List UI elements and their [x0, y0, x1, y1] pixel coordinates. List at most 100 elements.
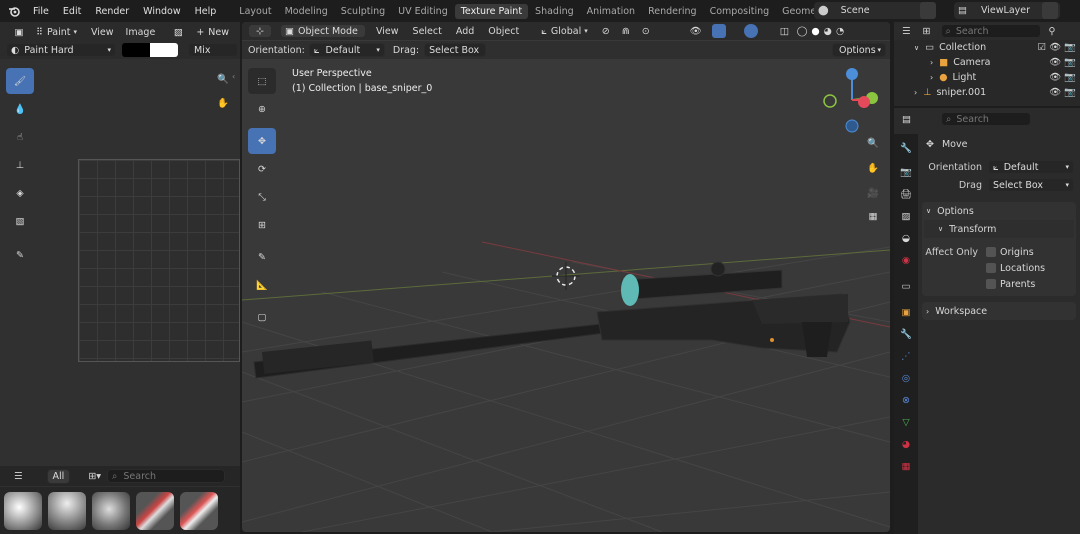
zoom-icon[interactable]: 🔍 [212, 68, 234, 90]
display-mode-icon[interactable]: ⊞ [923, 26, 931, 37]
menu-file[interactable]: File [26, 6, 56, 17]
blender-logo-icon[interactable] [0, 5, 22, 17]
tab-object[interactable]: ▣ [896, 302, 916, 322]
editor-type-icon[interactable]: ☰ [902, 26, 911, 37]
hamburger-icon[interactable]: ☰ [14, 471, 23, 482]
filter-all-button[interactable]: All [46, 468, 71, 484]
brush-thumb-4[interactable] [136, 491, 174, 530]
locations-checkbox[interactable] [986, 263, 996, 273]
camera-view-icon[interactable]: 🎥 [862, 182, 884, 204]
image-browse-icon[interactable]: ▨ [167, 24, 190, 40]
scene-browse-icon[interactable] [920, 2, 936, 19]
grid-view-icon[interactable]: ⊞▾ [88, 471, 101, 482]
brush-thumb-1[interactable] [4, 491, 42, 530]
mask-tool[interactable]: ▧ [6, 208, 34, 234]
outliner-row-collection[interactable]: ∨ ▭ Collection ☑ 👁 📷 [894, 40, 1080, 55]
workspace-section-header[interactable]: › Workspace [922, 302, 1076, 320]
scene-selector[interactable]: ⬤ Scene [814, 2, 934, 19]
tab-output[interactable]: 🖨 [896, 184, 916, 204]
origins-checkbox[interactable] [986, 247, 996, 257]
tab-modifiers[interactable]: 🔧 [896, 324, 916, 344]
tab-render[interactable]: 📷 [896, 162, 916, 182]
annotate-tool[interactable]: ✎ [248, 244, 276, 270]
brush-thumb-3[interactable] [92, 491, 130, 530]
transform-section-header[interactable]: ∨ Transform [924, 220, 1074, 238]
filter-icon[interactable]: ⚲ [1049, 26, 1056, 37]
draw-tool[interactable]: 🖌 [6, 68, 34, 94]
fill-tool[interactable]: ◈ [6, 180, 34, 206]
navigation-gizmo[interactable] [823, 68, 878, 133]
tab-collection[interactable]: ▭ [896, 276, 916, 296]
tab-rendering[interactable]: Rendering [642, 4, 703, 19]
outliner-row-camera[interactable]: › ■ Camera 👁 📷 [894, 55, 1080, 70]
select-box-tool[interactable]: ⬚ [248, 68, 276, 94]
orientation-selector[interactable]: ⟀ Default ▾ [988, 160, 1074, 174]
tab-world[interactable]: ◉ [896, 250, 916, 270]
perspective-toggle-icon[interactable]: ▦ [862, 205, 884, 227]
view-layer-browse-icon[interactable] [1042, 2, 1058, 19]
menu-render[interactable]: Render [88, 6, 136, 17]
smear-tool[interactable]: ☝ [6, 124, 34, 150]
cursor-tool[interactable]: ⊕ [248, 96, 276, 122]
outliner-row-light[interactable]: › ● Light 👁 📷 [894, 70, 1080, 85]
move-tool[interactable]: ✥ [248, 128, 276, 154]
add-cube-tool[interactable]: ▢ [248, 304, 276, 330]
3d-cursor[interactable] [552, 262, 580, 290]
tab-tool[interactable]: 🔧 [896, 138, 916, 158]
menu-help[interactable]: Help [188, 6, 224, 17]
tab-data[interactable]: ▽ [896, 412, 916, 432]
menu-view[interactable]: View [91, 27, 114, 38]
tab-uv-editing[interactable]: UV Editing [392, 4, 454, 19]
brush-thumb-5[interactable] [180, 491, 218, 530]
tab-scene[interactable]: ◒ [896, 228, 916, 248]
measure-tool[interactable]: 📐 [248, 272, 276, 298]
tab-physics[interactable]: ◎ [896, 368, 916, 388]
blend-mode-selector[interactable]: Mix [188, 43, 238, 57]
parents-checkbox[interactable] [986, 279, 996, 289]
scale-tool[interactable]: ⤡ [248, 184, 276, 210]
tab-compositing[interactable]: Compositing [704, 4, 776, 19]
asset-search-input[interactable]: ⌕ Search [107, 469, 226, 483]
transform-tool[interactable]: ⊞ [248, 212, 276, 238]
drag-selector[interactable]: Select Box ▾ [988, 178, 1074, 192]
tab-constraints[interactable]: ⊗ [896, 390, 916, 410]
hand-icon[interactable]: ✋ [862, 157, 884, 179]
rotate-tool[interactable]: ⟳ [248, 156, 276, 182]
hand-icon[interactable]: ✋ [212, 92, 234, 114]
brush-selector[interactable]: ◐ Paint Hard ▾ [6, 43, 116, 57]
tab-texture-paint[interactable]: Texture Paint [454, 3, 529, 19]
brush-thumb-2[interactable] [48, 491, 86, 530]
outliner-row-sniper[interactable]: › ⊥ sniper.001 👁 📷 [894, 85, 1080, 100]
tab-sculpting[interactable]: Sculpting [335, 4, 391, 19]
annotate-tool[interactable]: ✎ [6, 242, 34, 268]
tab-material[interactable]: ◕ [896, 434, 916, 454]
editor-type-icon[interactable]: ▤ [902, 114, 911, 125]
clone-tool[interactable]: ⊥ [6, 152, 34, 178]
menu-image[interactable]: Image [126, 27, 156, 38]
new-image-button[interactable]: + New [191, 24, 235, 40]
primary-color-swatch[interactable] [122, 43, 150, 57]
chevron-down-icon: ∨ [914, 43, 920, 52]
cursor-icon: ⊕ [258, 103, 266, 115]
soften-tool[interactable]: 💧 [6, 96, 34, 122]
zoom-icon[interactable]: 🔍 [862, 132, 884, 154]
sidebar-toggle-icon[interactable]: ‹ [232, 72, 235, 81]
paint-mode-selector[interactable]: ⠿ Paint ▾ [36, 27, 77, 38]
image-canvas-grid[interactable] [78, 159, 240, 362]
options-section-header[interactable]: ∨ Options [922, 202, 1076, 220]
tab-shading[interactable]: Shading [529, 4, 580, 19]
tab-animation[interactable]: Animation [581, 4, 641, 19]
tab-particles[interactable]: ⋰ [896, 346, 916, 366]
3d-viewport[interactable]: ⊹ ▣ Object Mode View Select Add Object ⟀… [242, 22, 890, 532]
tab-layout[interactable]: Layout [233, 4, 277, 19]
editor-type-icon[interactable]: ▣ [8, 24, 30, 40]
tab-view-layer[interactable]: ▨ [896, 206, 916, 226]
outliner-search-input[interactable]: ⌕ Search [940, 24, 1041, 38]
tab-modeling[interactable]: Modeling [279, 4, 334, 19]
secondary-color-swatch[interactable] [150, 43, 178, 57]
menu-edit[interactable]: Edit [56, 6, 88, 17]
sniper-model[interactable] [253, 261, 851, 379]
tab-texture[interactable]: ▦ [896, 456, 916, 476]
menu-window[interactable]: Window [136, 6, 187, 17]
properties-search-input[interactable]: ⌕ Search [940, 112, 1031, 126]
